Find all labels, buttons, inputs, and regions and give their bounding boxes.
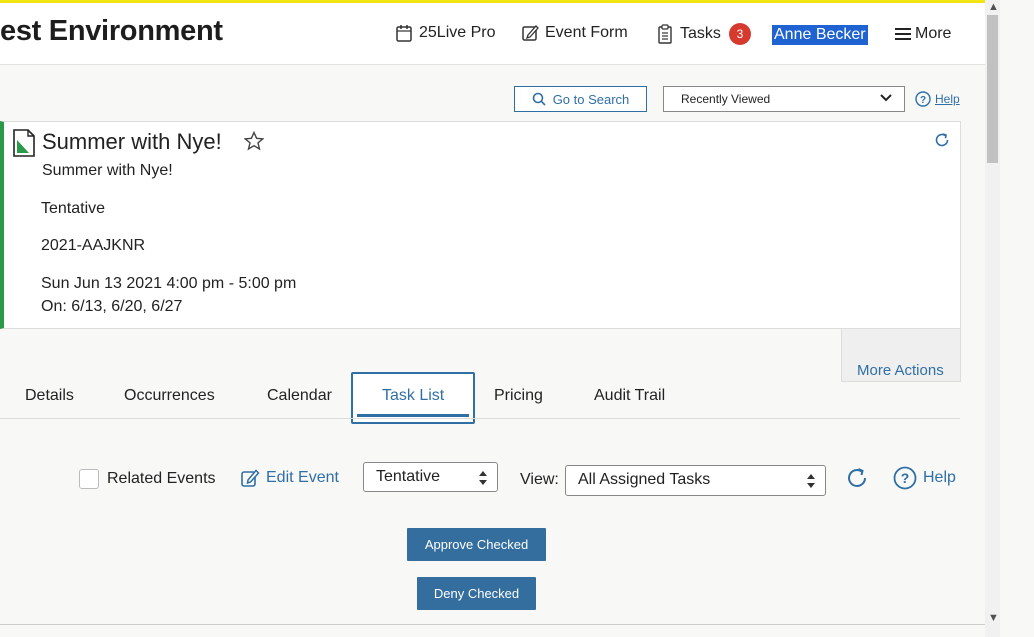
active-tab-indicator <box>357 414 469 417</box>
approve-checked-button[interactable]: Approve Checked <box>407 528 546 561</box>
view-select[interactable]: All Assigned Tasks <box>565 465 826 496</box>
tab-task-list[interactable]: Task List <box>382 387 444 405</box>
nav-25live-pro-label: 25Live Pro <box>419 24 496 41</box>
help-top-label: Help <box>935 92 960 106</box>
calendar-icon <box>396 25 412 42</box>
recently-viewed-label: Recently Viewed <box>681 92 771 106</box>
tabs-divider <box>0 418 960 419</box>
go-to-search-label: Go to Search <box>552 91 630 107</box>
tab-details[interactable]: Details <box>25 387 74 405</box>
refresh-icon[interactable] <box>934 132 950 148</box>
nav-event-form-label: Event Form <box>545 24 628 41</box>
deny-checked-button[interactable]: Deny Checked <box>417 577 536 610</box>
more-label: More <box>915 25 952 42</box>
help-tasks-label: Help <box>923 469 956 486</box>
recently-viewed-select[interactable]: Recently Viewed <box>663 86 905 112</box>
help-link-top[interactable]: ? Help <box>915 91 960 107</box>
tab-audit-trail[interactable]: Audit Trail <box>594 387 665 405</box>
top-header: est Environment 25Live Pro Event Form Ta… <box>0 3 985 65</box>
nav-tasks[interactable]: Tasks 3 <box>656 23 751 45</box>
event-state: Tentative <box>41 200 106 217</box>
refresh-tasks-icon[interactable] <box>845 466 869 490</box>
view-label: View: <box>520 471 559 488</box>
edit-event-link[interactable]: Edit Event <box>240 468 339 488</box>
more-menu[interactable]: More <box>894 25 951 43</box>
scroll-up-arrow-icon[interactable]: ▲ <box>988 1 999 13</box>
event-state-select-value: Tentative <box>376 468 441 485</box>
app-title: est Environment <box>0 15 223 47</box>
tasks-count-badge: 3 <box>728 23 751 45</box>
svg-text:?: ? <box>920 95 926 106</box>
event-title: Summer with Nye! <box>42 129 222 154</box>
nav-25live-pro[interactable]: 25Live Pro <box>395 23 496 43</box>
related-events-checkbox[interactable] <box>79 469 99 489</box>
tab-pricing[interactable]: Pricing <box>494 387 543 405</box>
event-occurrence-dates: On: 6/13, 6/20, 6/27 <box>41 298 183 315</box>
clipboard-icon <box>658 24 672 44</box>
chevron-down-icon <box>880 94 892 102</box>
event-datetime: Sun Jun 13 2021 4:00 pm - 5:00 pm <box>41 275 297 292</box>
table-top-border <box>0 624 985 625</box>
help-link-tasks[interactable]: ? Help <box>893 466 956 490</box>
hamburger-icon <box>895 28 911 40</box>
go-to-search-button[interactable]: Go to Search <box>514 86 647 112</box>
edit-event-label: Edit Event <box>266 469 339 486</box>
nav-event-form[interactable]: Event Form <box>521 23 628 43</box>
user-menu[interactable]: Anne Becker <box>772 25 868 45</box>
help-icon: ? <box>915 91 931 107</box>
favorite-star-icon[interactable] <box>244 131 264 151</box>
related-events-label: Related Events <box>107 470 216 487</box>
nav-tasks-label: Tasks <box>680 25 721 42</box>
event-document-icon <box>13 129 35 157</box>
edit-icon <box>241 469 260 487</box>
event-summary-card: Summer with Nye! Summer with Nye! Tentat… <box>0 121 961 329</box>
sort-arrows-icon <box>479 471 487 485</box>
scroll-down-arrow-icon[interactable]: ▼ <box>988 612 999 624</box>
sort-arrows-icon <box>807 474 815 488</box>
tab-occurrences[interactable]: Occurrences <box>124 387 215 405</box>
tab-calendar[interactable]: Calendar <box>267 387 332 405</box>
more-actions-link[interactable]: More Actions <box>857 362 944 379</box>
view-select-value: All Assigned Tasks <box>578 471 711 488</box>
help-icon: ? <box>893 466 917 490</box>
event-reference: 2021-AAJKNR <box>41 237 146 254</box>
scrollbar-thumb[interactable] <box>987 15 998 163</box>
event-state-select[interactable]: Tentative <box>363 462 498 492</box>
search-icon <box>532 92 546 106</box>
event-subtitle: Summer with Nye! <box>42 162 173 179</box>
svg-text:?: ? <box>901 470 910 486</box>
edit-icon <box>522 25 539 41</box>
